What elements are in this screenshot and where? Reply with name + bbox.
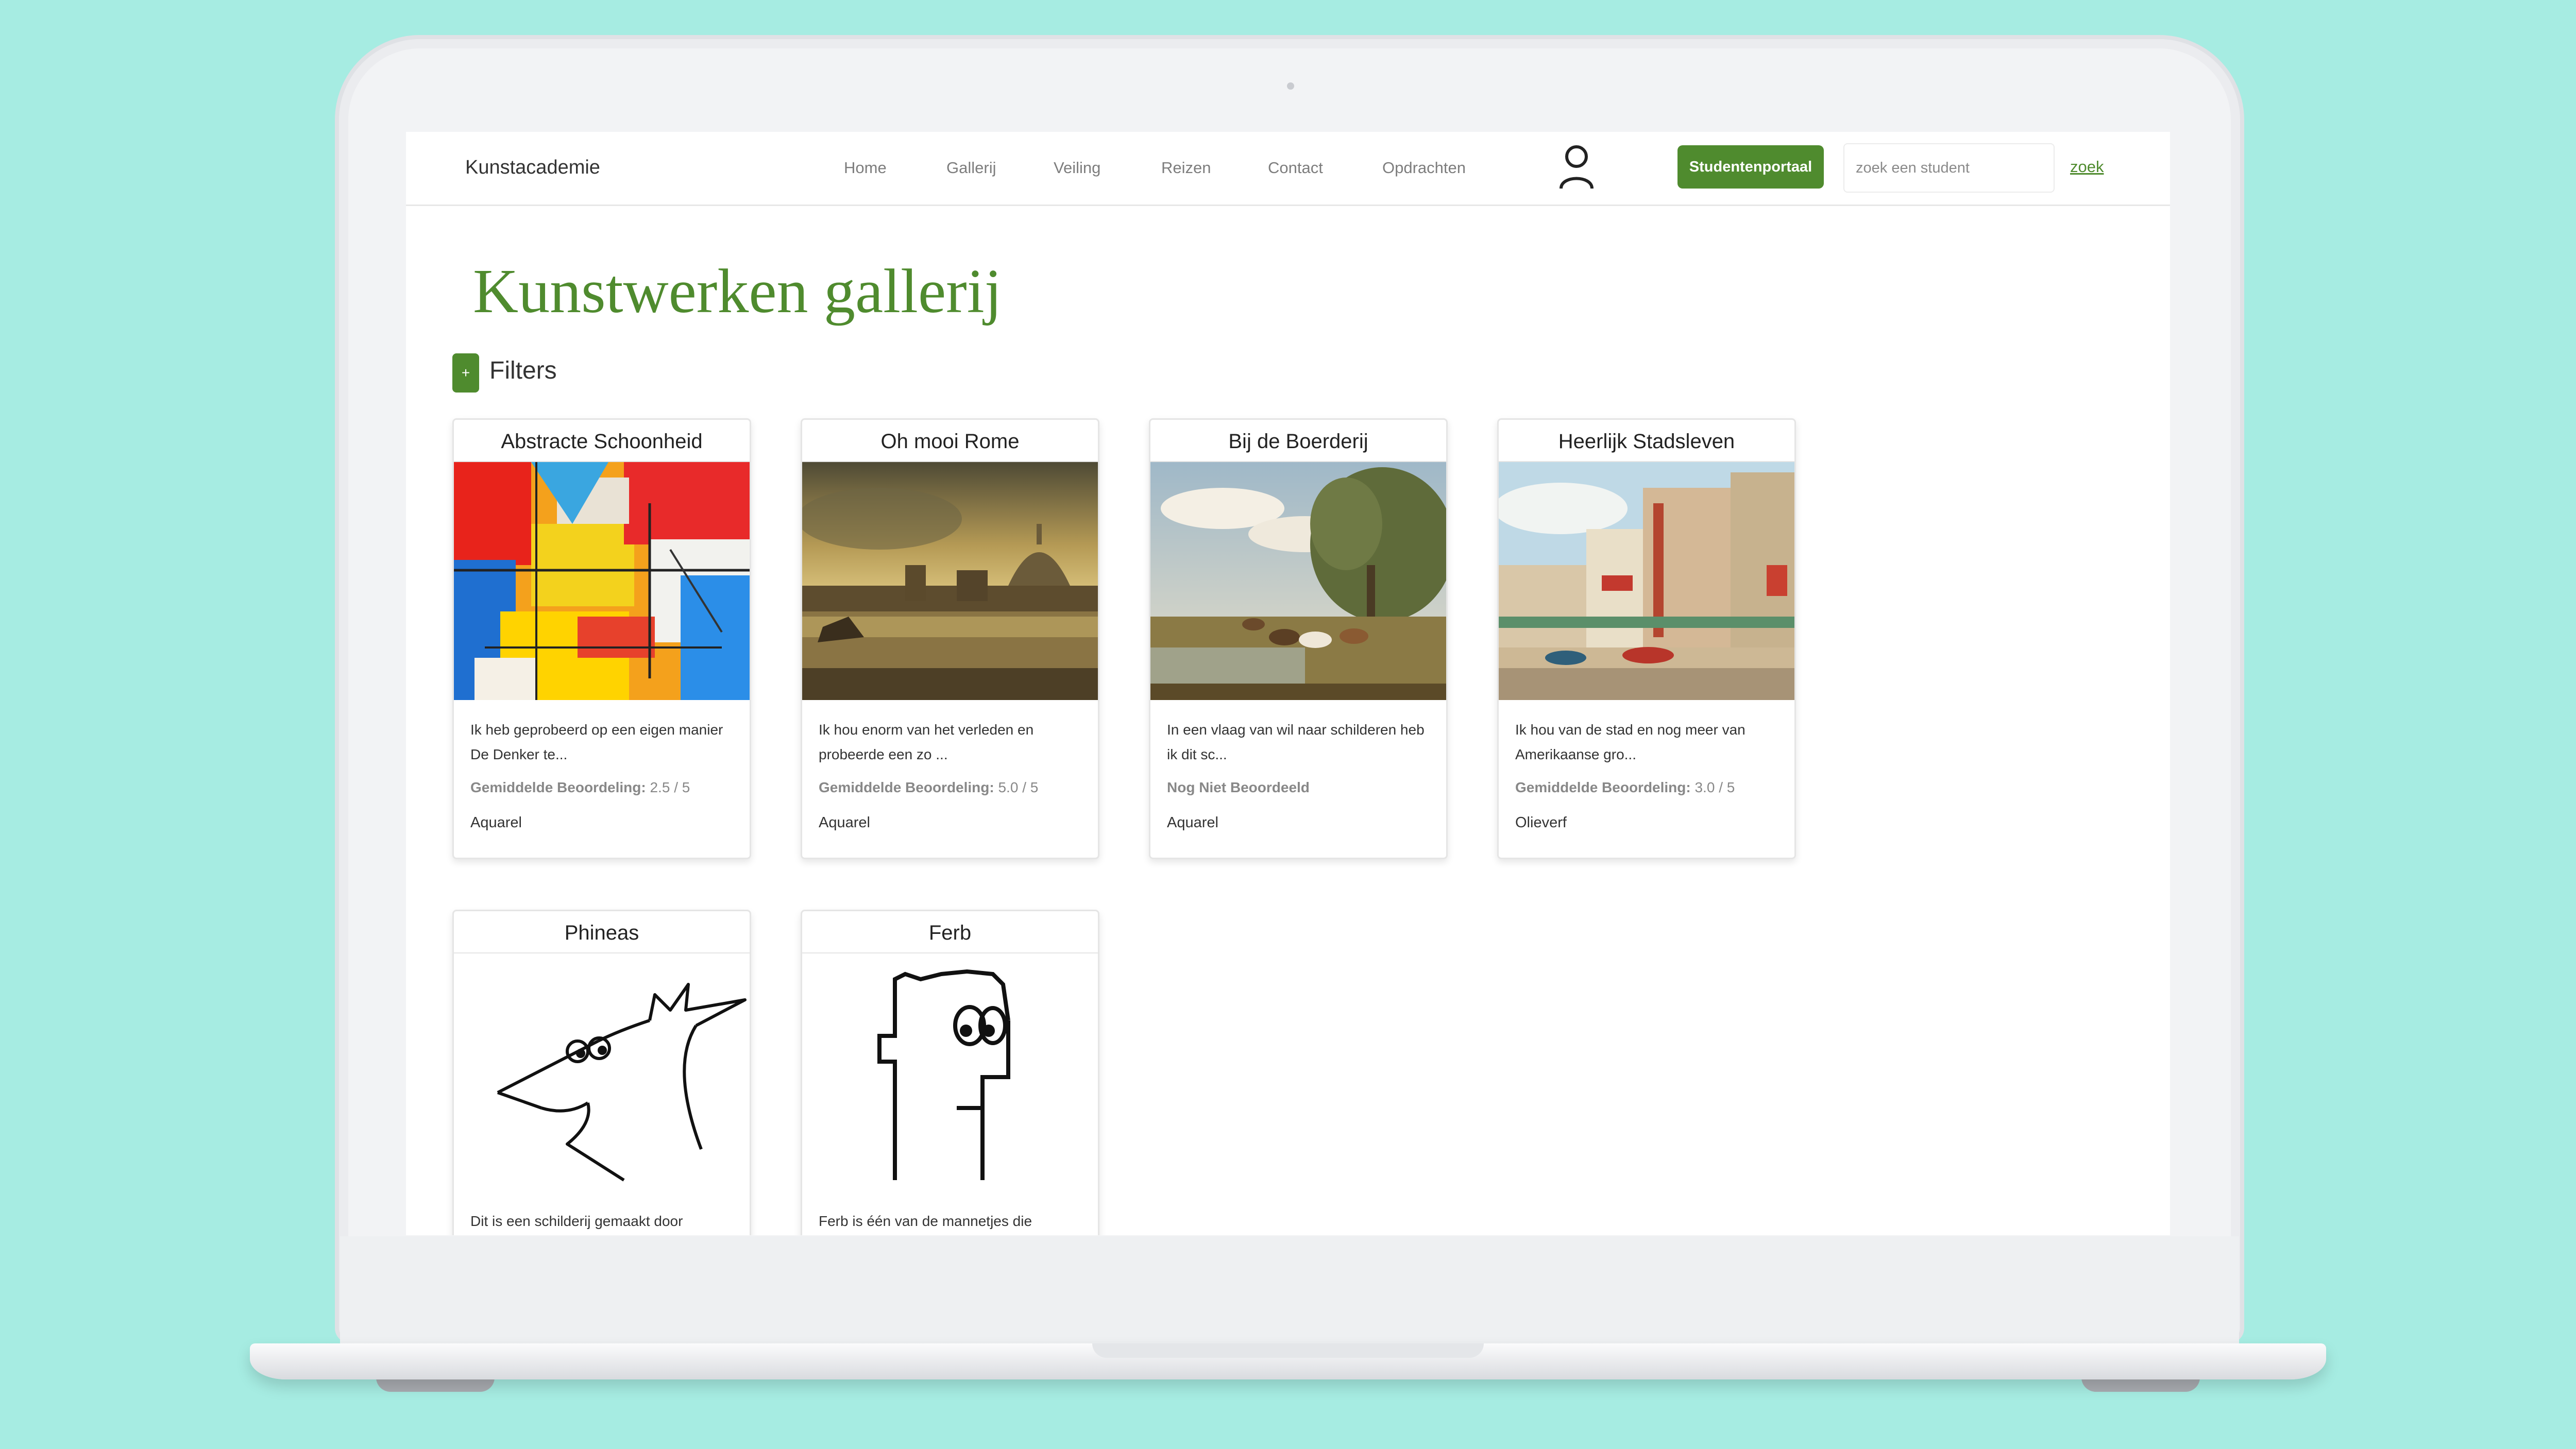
rating-value: 3.0 / 5 [1694,779,1735,795]
artwork-image[interactable] [1150,462,1446,700]
artwork-image[interactable] [802,953,1098,1191]
browser-viewport: Kunstacademie Home Gallerij Veiling Reiz… [406,132,2170,1235]
user-icon[interactable] [1558,144,1595,190]
artwork-card[interactable]: Heerlijk Stadsleven Ik hou van de stad e… [1497,418,1796,859]
rating-label: Gemiddelde Beoordeling: [1515,779,1691,795]
navbar: Kunstacademie Home Gallerij Veiling Reiz… [406,132,2170,206]
laptop-foot [376,1377,495,1392]
card-medium: Aquarel [470,814,522,831]
card-description: Ik hou van de stad en nog meer van Ameri… [1515,722,1745,762]
rating-value: 2.5 / 5 [650,779,690,795]
artwork-card[interactable]: Abstracte Schoonheid Ik heb geprobeerd o… [452,418,751,859]
page-title: Kunstwerken gallerij [473,257,1002,326]
filters-label[interactable]: Filters [489,356,557,385]
nav-link-contact[interactable]: Contact [1268,159,1323,177]
artwork-image[interactable] [454,462,750,700]
artwork-card[interactable]: Bij de Boerderij In een vlaag van wil na… [1149,418,1448,859]
nav-link-opdrachten[interactable]: Opdrachten [1382,159,1466,177]
card-title: Phineas [454,911,750,953]
search-student-input[interactable] [1843,143,2055,193]
card-medium: Olieverf [1515,814,1567,831]
card-description: In een vlaag van wil naar schilderen heb… [1167,722,1425,762]
nav-link-gallerij[interactable]: Gallerij [946,159,996,177]
card-description: Dit is een schilderij gemaakt door [470,1213,683,1229]
card-rating: Nog Niet Beoordeeld [1150,767,1446,796]
card-rating: Gemiddelde Beoordeling: 3.0 / 5 [1499,767,1794,796]
card-rating: Gemiddelde Beoordeling: 2.5 / 5 [454,767,750,796]
nav-link-veiling[interactable]: Veiling [1054,159,1100,177]
card-description: Ik heb geprobeerd op een eigen manier De… [470,722,723,762]
rating-label: Gemiddelde Beoordeling: [819,779,994,795]
card-title: Oh mooi Rome [802,420,1098,462]
card-title: Bij de Boerderij [1150,420,1446,462]
card-medium: Aquarel [819,814,870,831]
card-title: Abstracte Schoonheid [454,420,750,462]
rating-label: Gemiddelde Beoordeling: [470,779,646,795]
studentenportaal-button[interactable]: Studentenportaal [1677,145,1824,189]
artwork-card[interactable]: Oh mooi Rome Ik hou enorm van het verled… [801,418,1099,859]
laptop-notch [1092,1343,1484,1358]
card-title: Ferb [802,911,1098,953]
artwork-image[interactable] [802,462,1098,700]
artwork-image[interactable] [454,953,750,1191]
card-medium: Aquarel [1167,814,1218,831]
laptop-foot [2081,1377,2200,1392]
artwork-image[interactable] [1499,462,1794,700]
nav-link-reizen[interactable]: Reizen [1161,159,1211,177]
brand-link[interactable]: Kunstacademie [465,157,600,179]
card-title: Heerlijk Stadsleven [1499,420,1794,462]
laptop-chin [340,1236,2239,1344]
card-description: Ferb is één van de mannetjes die [819,1213,1032,1229]
artwork-card[interactable]: Ferb Ferb is één van de mannetjes die [801,910,1099,1235]
plus-icon[interactable]: + [452,353,479,393]
rating-value: 5.0 / 5 [998,779,1039,795]
search-link[interactable]: zoek [2070,158,2104,176]
artwork-card[interactable]: Phineas Dit is een schilderij gemaakt do… [452,910,751,1235]
nav-link-home[interactable]: Home [844,159,887,177]
rating-label: Nog Niet Beoordeeld [1167,779,1310,795]
camera-icon [1287,82,1294,90]
card-description: Ik hou enorm van het verleden en probeer… [819,722,1034,762]
card-rating: Gemiddelde Beoordeling: 5.0 / 5 [802,767,1098,796]
